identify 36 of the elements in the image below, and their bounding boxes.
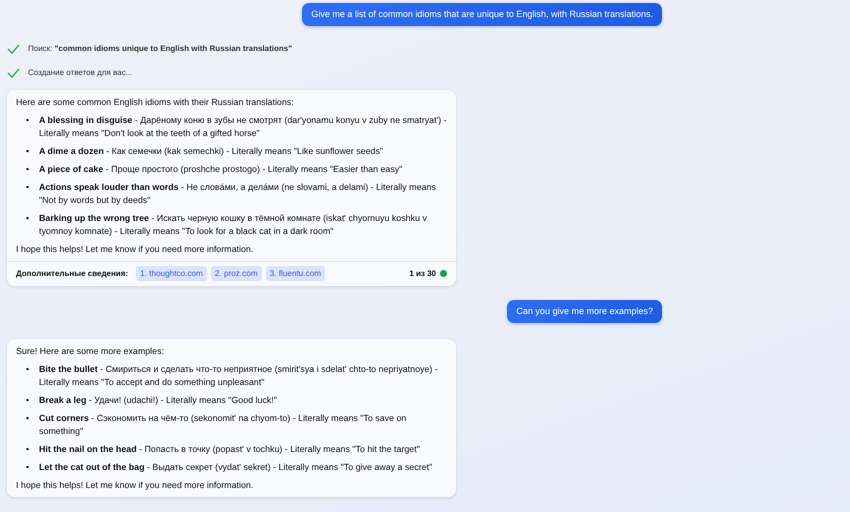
idiom-item: Bite the bullet - Смириться и сделать что-то неприятное (smirit'sya i sdelat' chto-to nepriyatnoye) - Literally means "To accept and do something unpleasant" [39, 363, 439, 389]
idiom-item: Barking up the wrong tree - Искать черную кошку в тёмной комнате (iskat' chyornuyu koshku v tyomnoy komnate) - Literally means "To look for a black cat in a dark room" [39, 212, 428, 238]
idiom-item: A dime a dozen - Как семечки (kak semechki) - Literally means "Like sunflower seeds" [39, 145, 384, 158]
user-message: Give me a list of common idioms that are unique to English, with Russian translations. [302, 3, 662, 26]
idiom-item: A piece of cake - Проще простого (proshche prostogo) - Literally means "Easier than easy" [39, 163, 402, 176]
idiom-item: Let the cat out of the bag - Выдать секрет (vydat' sekret) - Literally means "To give away a secret" [39, 461, 432, 474]
idiom-item: Actions speak louder than words - Не словáми, а делáми (ne slovami, a delami) - Literally means "Not by words but by deeds" [39, 181, 437, 207]
status-text: Создание ответов для вас... [28, 67, 132, 79]
list-bullet: • [26, 181, 30, 194]
check-icon [7, 68, 20, 78]
list-bullet: • [26, 212, 30, 225]
answer-outro: I hope this helps! Let me know if you need more information. [16, 479, 254, 492]
response-count: 1 из 30 [409, 268, 436, 280]
idiom-item: Break a leg - Удачи! (udachi!) - Literally means "Good luck!" [39, 394, 277, 407]
list-bullet: • [26, 394, 30, 407]
source-link[interactable]: 1. thoughtco.com [136, 266, 207, 281]
status-dot-icon [440, 270, 447, 277]
user-message: Can you give me more examples? [507, 300, 662, 323]
list-bullet: • [26, 443, 30, 456]
answer-intro: Sure! Here are some more examples: [16, 345, 165, 358]
idiom-item: Hit the nail on the head - Попасть в точку (popast' v tochku) - Literally means "To hit the target" [39, 443, 420, 456]
source-link[interactable]: 3. fluentu.com [266, 266, 326, 281]
list-bullet: • [26, 114, 30, 127]
list-bullet: • [26, 412, 30, 425]
source-link[interactable]: 2. proz.com [210, 266, 262, 281]
list-bullet: • [26, 163, 30, 176]
answer-intro: Here are some common English idioms with their Russian translations: [16, 96, 295, 109]
answer-outro: I hope this helps! Let me know if you need more information. [16, 243, 254, 256]
idiom-item: A blessing in disguise - Дарёному коню в зубы не смотрят (dar'yonamu konyu v zuby ne smatryat') - Literally means "Don't look at the teeth of a gifted horse" [39, 114, 447, 140]
list-bullet: • [26, 145, 30, 158]
idiom-item: Cut corners - Сэкономить на чём-то (sekonomit' na chyom-to) - Literally means "To save on something" [39, 412, 408, 438]
status-text: Поиск: "common idioms unique to English with Russian translations" [28, 43, 292, 55]
list-bullet: • [26, 363, 30, 376]
sources-label: Дополнительные сведения: [16, 268, 128, 280]
check-icon [7, 44, 20, 54]
list-bullet: • [26, 461, 30, 474]
